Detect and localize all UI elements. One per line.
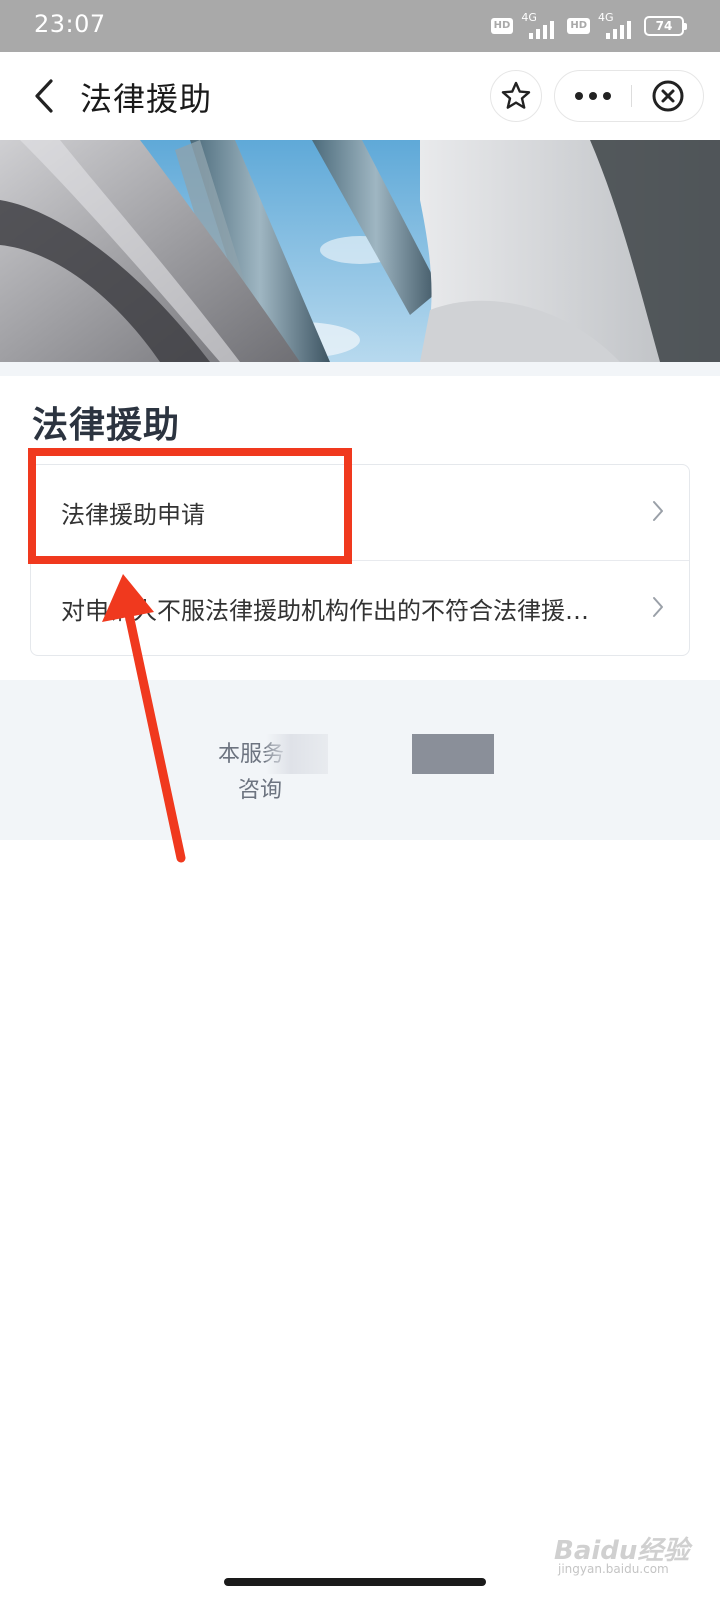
back-button[interactable] <box>22 74 66 118</box>
star-icon <box>501 81 531 109</box>
mini-program-capsule <box>554 70 704 122</box>
watermark-url: jingyan.baidu.com <box>558 1562 669 1576</box>
status-bar: 23:07 HD 4G HD 4G 74 <box>0 0 720 52</box>
status-time: 23:07 <box>34 10 106 38</box>
home-indicator[interactable] <box>224 1578 486 1586</box>
more-dots-icon <box>575 92 611 100</box>
list-item-legal-aid-objection[interactable]: 对申请人不服法律援助机构作出的不符合法律援… <box>31 561 689 656</box>
chevron-right-icon <box>653 597 663 617</box>
redaction-block <box>266 734 328 774</box>
page-title: 法律援助 <box>80 80 213 118</box>
service-info-footer: 本服务 咨询 <box>0 680 720 840</box>
battery-level: 74 <box>655 19 673 33</box>
favorite-button[interactable] <box>490 70 542 122</box>
service-list: 法律援助申请 对申请人不服法律援助机构作出的不符合法律援… <box>30 464 690 656</box>
signal-icon: 4G <box>596 11 638 39</box>
section-title: 法律援助 <box>32 405 181 446</box>
battery-icon: 74 <box>644 16 687 36</box>
chevron-left-icon <box>35 79 53 113</box>
close-button[interactable] <box>632 71 704 121</box>
close-circle-icon <box>652 80 684 112</box>
footer-text: 咨询 <box>238 778 283 803</box>
list-item-legal-aid-application[interactable]: 法律援助申请 <box>31 465 689 561</box>
status-icons: HD 4G HD 4G 74 <box>490 11 687 40</box>
redaction-block <box>412 734 494 774</box>
more-button[interactable] <box>555 71 631 121</box>
banner-image <box>0 140 720 362</box>
list-item-label: 对申请人不服法律援助机构作出的不符合法律援… <box>61 597 589 625</box>
list-item-label: 法律援助申请 <box>61 501 205 529</box>
signal-icon: 4G <box>519 11 561 39</box>
banner-gap <box>0 362 720 376</box>
chevron-right-icon <box>653 501 663 521</box>
baidu-watermark: Baidu经验 jingyan.baidu.com <box>554 1508 694 1578</box>
hd-badge: HD <box>567 18 590 34</box>
hd-badge: HD <box>490 18 514 34</box>
title-bar: 法律援助 <box>0 52 720 140</box>
